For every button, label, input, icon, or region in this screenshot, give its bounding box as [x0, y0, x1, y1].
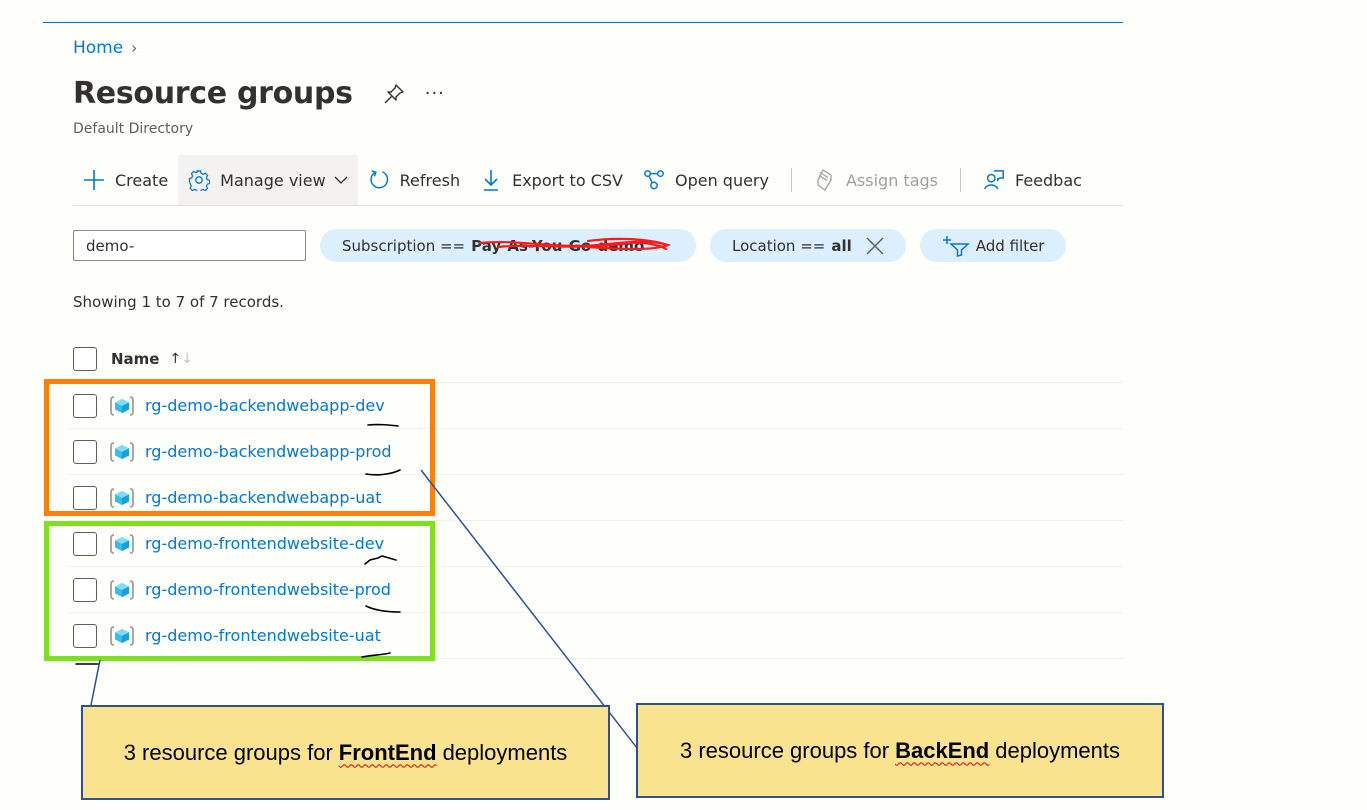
table-row: rg-demo-frontendwebsite-uat	[67, 613, 1123, 659]
page-subtitle: Default Directory	[73, 121, 194, 137]
chevron-right-icon: ›	[131, 39, 138, 57]
command-bar: Create Manage view Refresh Export to CSV…	[73, 155, 1123, 206]
export-csv-label: Export to CSV	[512, 170, 623, 190]
manage-view-button[interactable]: Manage view	[178, 155, 358, 205]
table-row: rg-demo-backendwebapp-dev	[67, 383, 1123, 429]
backend-note-bold: BackEnd	[895, 737, 990, 763]
refresh-icon	[368, 169, 390, 191]
assign-tags-label: Assign tags	[845, 170, 938, 190]
resource-group-link[interactable]: rg-demo-frontendwebsite-uat	[145, 626, 381, 645]
filter-bar: Subscription == Pay-As-You-Go-demo Locat…	[73, 229, 1067, 262]
toolbar-divider	[790, 168, 792, 192]
gear-icon	[188, 169, 211, 191]
feedback-label: Feedbac	[1015, 170, 1082, 190]
plus-icon	[83, 169, 105, 191]
frontend-note-prefix: 3 resource groups for	[123, 739, 333, 765]
resource-group-link[interactable]: rg-demo-backendwebapp-dev	[145, 396, 385, 415]
resource-group-link[interactable]: rg-demo-frontendwebsite-dev	[145, 534, 384, 553]
location-filter-label: Location ==	[732, 236, 826, 255]
add-filter-button[interactable]: Add filter	[919, 229, 1067, 262]
frontend-note-suffix: deployments	[442, 739, 568, 765]
resource-group-icon	[109, 395, 135, 417]
close-icon[interactable]	[866, 237, 884, 255]
row-checkbox[interactable]	[73, 485, 97, 510]
resource-group-icon	[109, 579, 135, 601]
assign-tags-button[interactable]: Assign tags	[804, 155, 948, 205]
resource-group-icon	[109, 441, 135, 463]
title-row: Resource groups ···	[73, 76, 445, 111]
backend-note-suffix: deployments	[995, 737, 1120, 763]
row-checkbox[interactable]	[73, 623, 97, 648]
create-button[interactable]: Create	[73, 155, 178, 205]
filter-search-input[interactable]	[73, 230, 306, 261]
select-all-checkbox[interactable]	[73, 347, 97, 371]
add-filter-icon	[942, 235, 970, 257]
records-count: Showing 1 to 7 of 7 records.	[73, 293, 284, 311]
subscription-filter-pill[interactable]: Subscription == Pay-As-You-Go-demo	[320, 229, 696, 262]
sort-descending-arrow: ↓	[181, 351, 193, 367]
frontend-note-bold: FrontEnd	[338, 739, 437, 765]
resource-group-icon	[109, 625, 135, 647]
table-row: rg-demo-frontendwebsite-dev	[67, 521, 1123, 567]
resource-group-icon	[109, 487, 135, 509]
more-options-icon[interactable]: ···	[425, 83, 445, 104]
open-query-button[interactable]: Open query	[633, 155, 779, 205]
tag-icon	[814, 169, 836, 191]
redaction-scribble	[478, 237, 672, 251]
backend-annotation-note: 3 resource groups for BackEnd deployment…	[636, 703, 1164, 798]
resource-groups-table: Name ↑↓ rg-demo-backendwebapp-dev rg-dem…	[67, 336, 1123, 659]
chevron-down-icon	[334, 175, 348, 185]
export-csv-button[interactable]: Export to CSV	[470, 155, 633, 205]
table-row: rg-demo-frontendwebsite-prod	[67, 567, 1123, 613]
table-header: Name ↑↓	[67, 336, 1123, 383]
subscription-filter-label: Subscription ==	[342, 236, 466, 255]
table-row: rg-demo-backendwebapp-uat	[67, 475, 1123, 521]
create-label: Create	[115, 170, 169, 190]
refresh-button[interactable]: Refresh	[358, 155, 470, 205]
row-checkbox[interactable]	[73, 439, 97, 464]
location-filter-pill[interactable]: Location == all	[710, 229, 906, 262]
top-divider	[43, 22, 1123, 23]
column-header-name[interactable]: Name	[111, 350, 159, 368]
backend-note-prefix: 3 resource groups for	[679, 737, 890, 763]
resource-group-icon	[109, 533, 135, 555]
resource-group-link[interactable]: rg-demo-frontendwebsite-prod	[145, 580, 391, 599]
download-icon	[480, 169, 502, 191]
refresh-label: Refresh	[399, 170, 461, 190]
feedback-icon	[983, 169, 1005, 191]
frontend-annotation-note: 3 resource groups for FrontEnd deploymen…	[81, 705, 610, 800]
row-checkbox[interactable]	[73, 577, 97, 602]
sort-ascending-arrow: ↑	[169, 351, 182, 367]
breadcrumb: Home ›	[73, 38, 137, 58]
query-graph-icon	[643, 169, 665, 191]
pin-icon[interactable]	[383, 83, 405, 105]
feedback-button[interactable]: Feedbac	[973, 155, 1092, 205]
row-checkbox[interactable]	[73, 531, 97, 556]
location-filter-value: all	[831, 236, 852, 255]
open-query-label: Open query	[674, 170, 769, 190]
table-row: rg-demo-backendwebapp-prod	[67, 429, 1123, 475]
toolbar-divider	[960, 168, 961, 192]
resource-group-link[interactable]: rg-demo-backendwebapp-uat	[145, 488, 381, 507]
page-title: Resource groups	[73, 76, 353, 111]
add-filter-label: Add filter	[975, 236, 1045, 255]
resource-group-link[interactable]: rg-demo-backendwebapp-prod	[145, 442, 392, 461]
breadcrumb-home-link[interactable]: Home	[73, 38, 123, 58]
manage-view-label: Manage view	[220, 170, 326, 190]
sort-icon[interactable]: ↑↓	[169, 351, 192, 367]
row-checkbox[interactable]	[73, 393, 97, 418]
